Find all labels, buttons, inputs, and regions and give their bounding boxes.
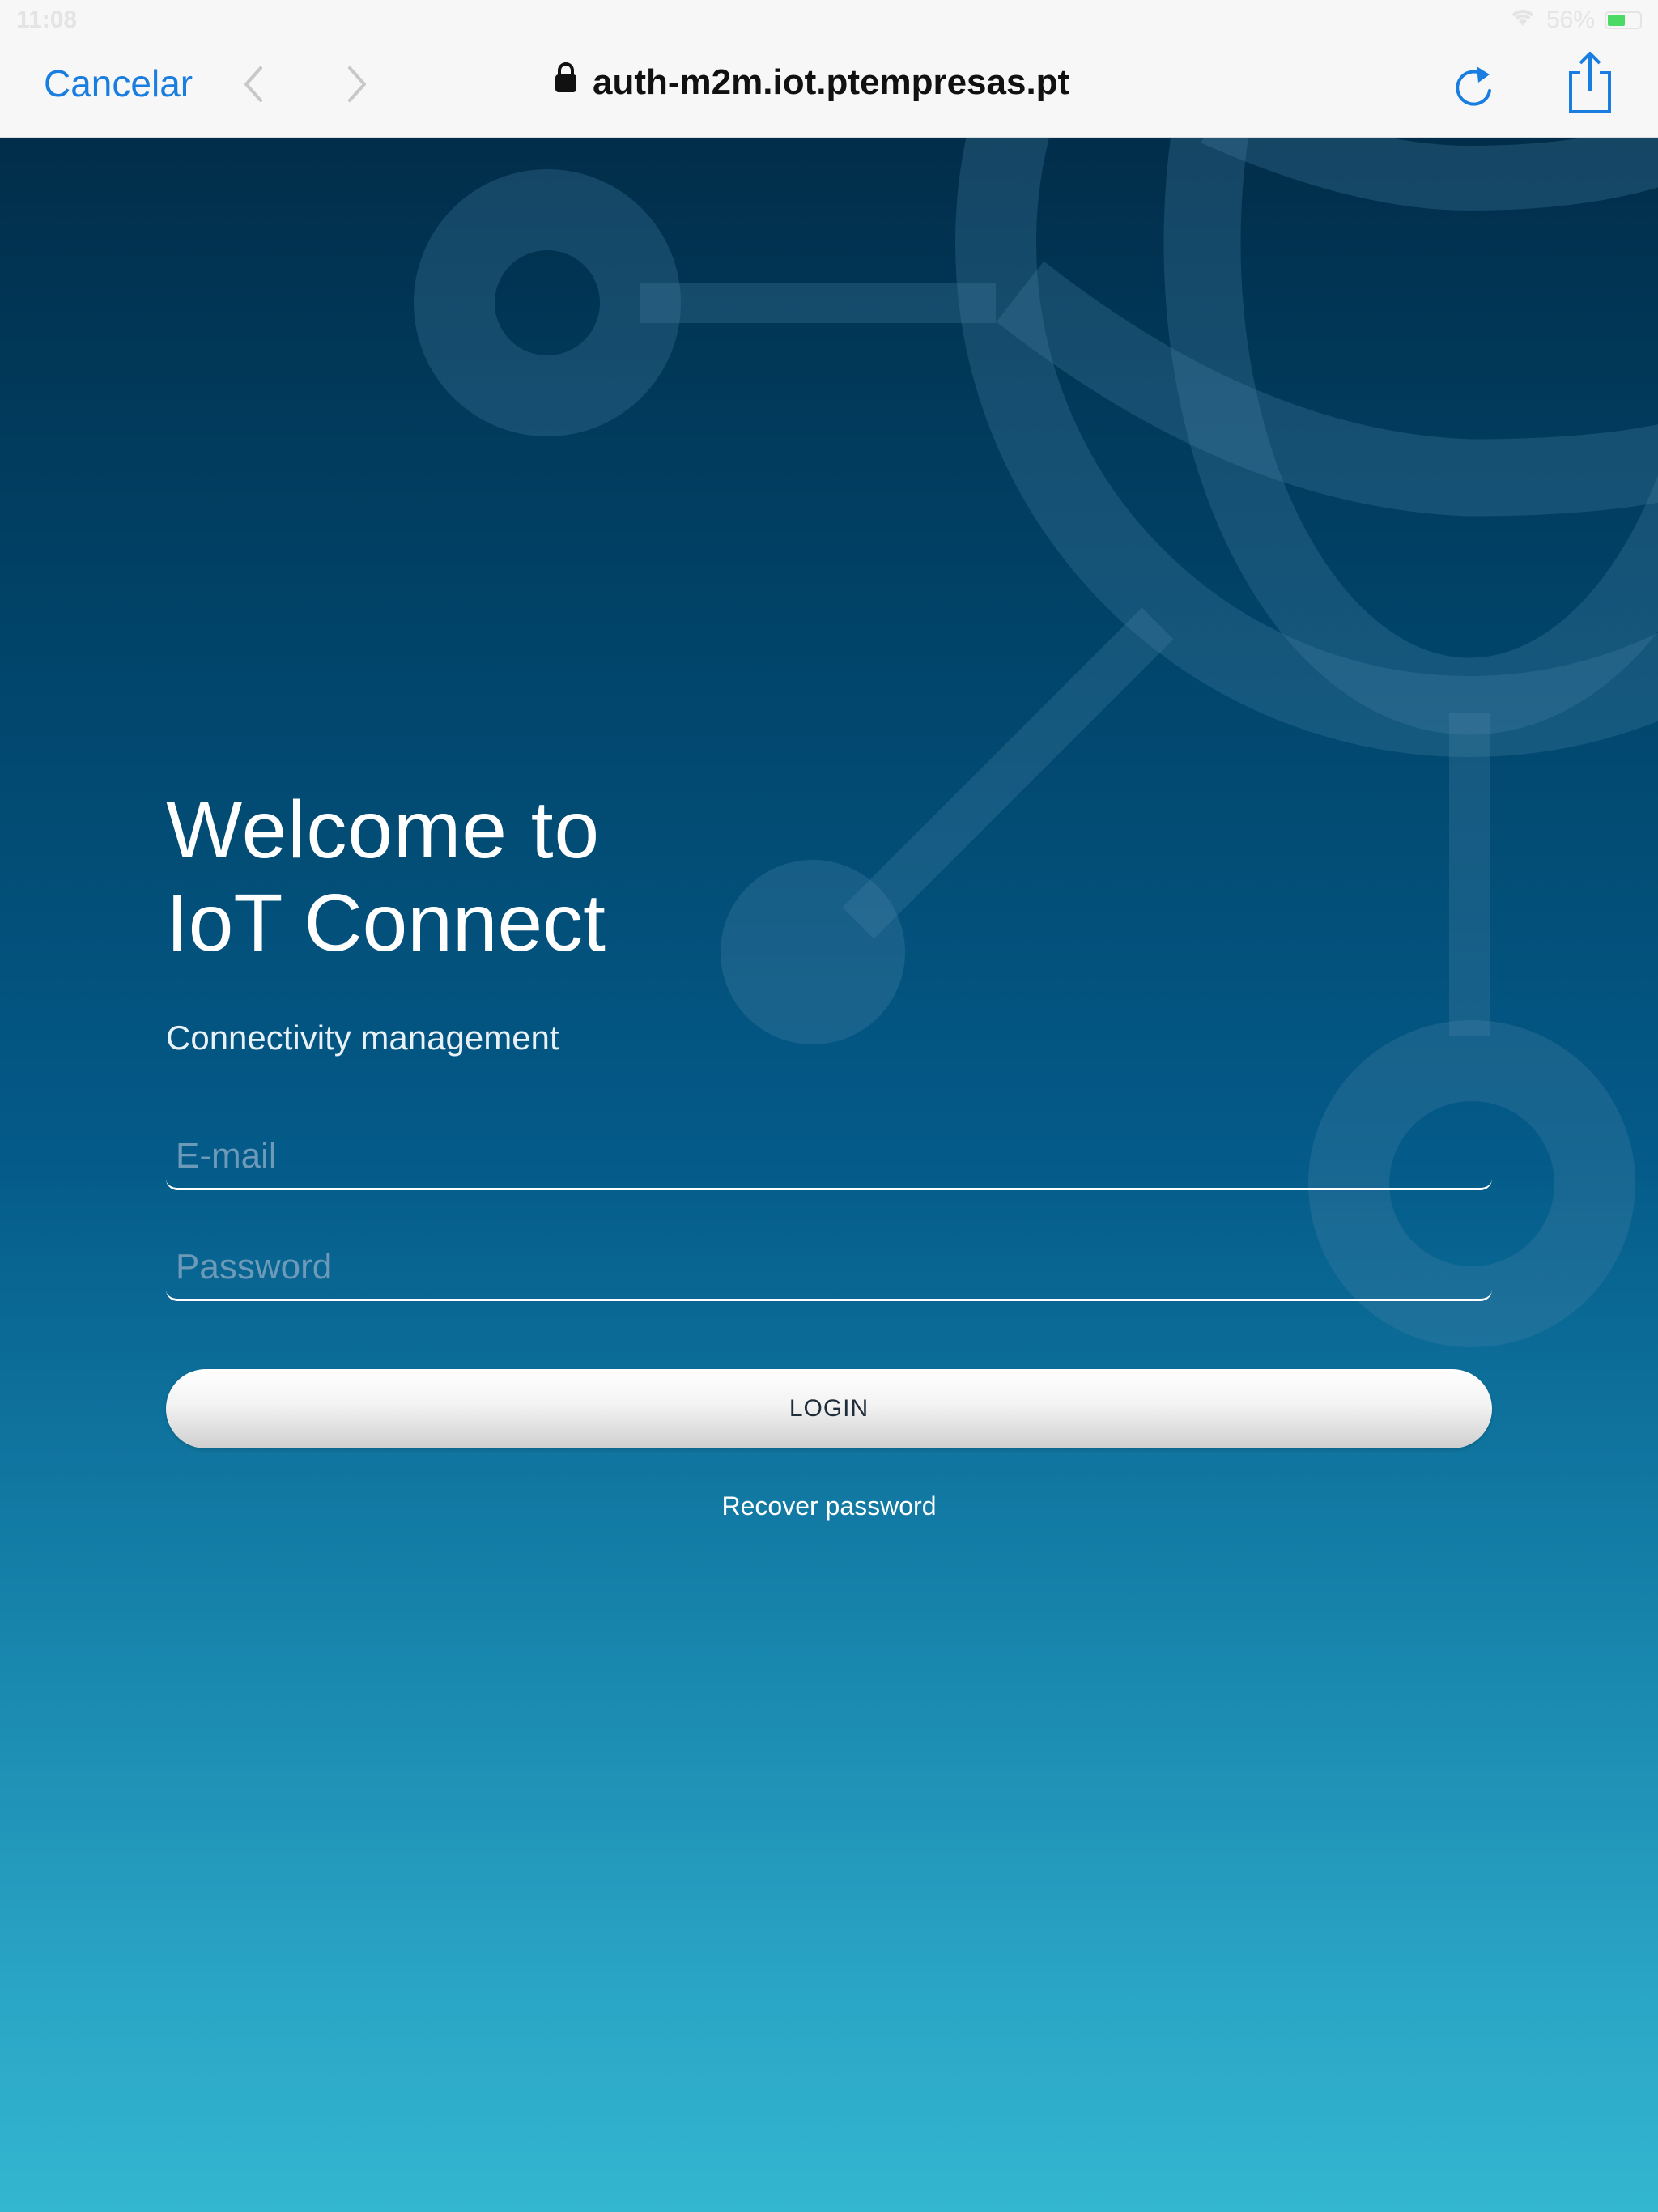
app-root: 11:08 56% Cancelar auth-m2m.iot.ptempres… xyxy=(0,0,1658,2212)
status-bar: 11:08 56% xyxy=(0,0,1658,40)
chevron-right-icon[interactable] xyxy=(332,60,380,108)
url-text: auth-m2m.iot.ptempresas.pt xyxy=(593,62,1070,102)
cancel-button[interactable]: Cancelar xyxy=(44,62,193,105)
chevron-left-icon[interactable] xyxy=(230,60,278,108)
lock-icon xyxy=(554,62,578,103)
login-panel: Welcome to IoT Connect Connectivity mana… xyxy=(166,785,1492,1521)
battery-icon xyxy=(1605,11,1642,29)
email-field[interactable] xyxy=(166,1124,1492,1190)
reload-icon[interactable] xyxy=(1449,60,1498,116)
welcome-heading: Welcome to xyxy=(166,785,601,875)
browser-toolbar: Cancelar auth-m2m.iot.ptempresas.pt xyxy=(0,40,1658,138)
share-icon[interactable] xyxy=(1564,50,1616,119)
recover-password-link[interactable]: Recover password xyxy=(166,1491,1492,1521)
password-field[interactable] xyxy=(166,1235,1492,1301)
address-bar[interactable]: auth-m2m.iot.ptempresas.pt xyxy=(554,62,1069,103)
status-time: 11:08 xyxy=(16,6,78,33)
login-button[interactable]: LOGIN xyxy=(166,1369,1492,1448)
page-subtitle: Connectivity management xyxy=(166,1019,559,1057)
battery-percent: 56% xyxy=(1545,6,1595,33)
battery-level xyxy=(1608,15,1625,26)
wifi-icon xyxy=(1509,6,1537,34)
network-globe-graphic xyxy=(414,0,1658,1347)
product-title: IoT Connect xyxy=(166,878,606,968)
status-indicators: 56% xyxy=(1509,6,1642,34)
